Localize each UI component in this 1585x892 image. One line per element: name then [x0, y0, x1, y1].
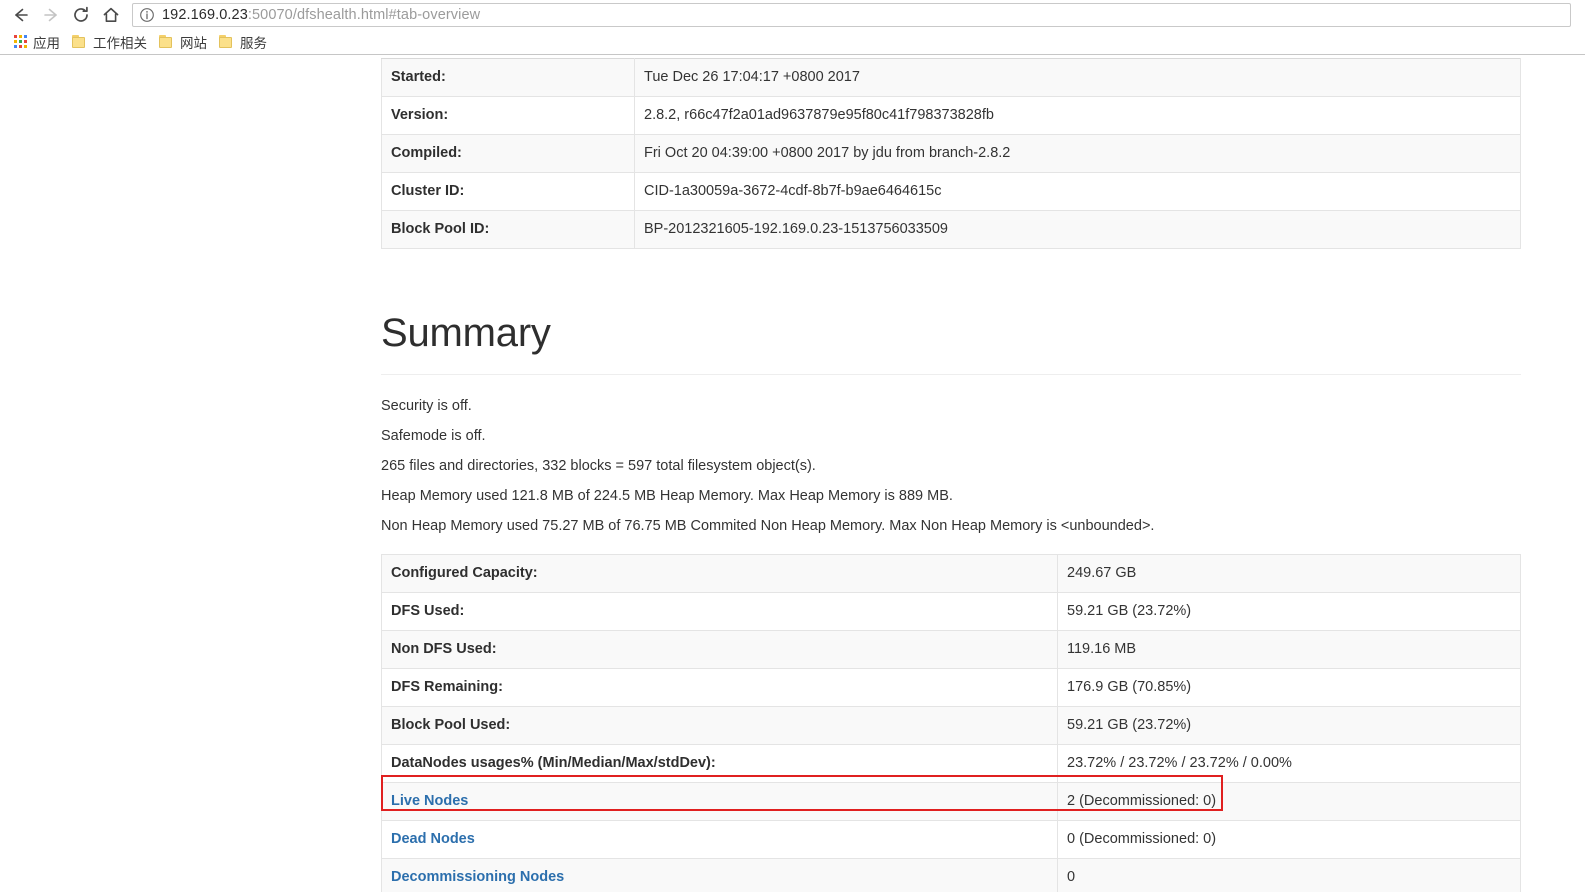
back-arrow-icon [11, 5, 31, 25]
table-cell-key: Started: [381, 58, 635, 97]
summary-line-2: Safemode is off. [381, 428, 486, 444]
table-row: Started: Tue Dec 26 17:04:17 +0800 2017 [381, 58, 1521, 97]
table-cell-key: DFS Used: [381, 592, 1058, 631]
table-cell-value: BP-2012321605-192.169.0.23-1513756033509 [634, 210, 1521, 249]
table-row: Version: 2.8.2, r66c47f2a01ad9637879e95f8… [381, 96, 1521, 135]
table-row: Non DFS Used: 119.16 MB [381, 630, 1521, 669]
forward-arrow-icon [41, 5, 61, 25]
table-cell-key: Decommissioning Nodes [381, 858, 1058, 892]
table-link-dead-nodes[interactable]: Dead Nodes [391, 831, 475, 847]
table-cell-value: 59.21 GB (23.72%) [1057, 592, 1521, 631]
table-cell-value: 119.16 MB [1057, 630, 1521, 669]
cluster-info-table: Started: Tue Dec 26 17:04:17 +0800 2017 Ve… [381, 58, 1521, 249]
summary-line-4: Heap Memory used 121.8 MB of 224.5 MB He… [381, 488, 953, 504]
bookmark-apps-label: 应用 [33, 35, 60, 51]
url-text: 192.169.0.23:50070/dfshealth.html#tab-ov… [162, 7, 480, 23]
table-cell-value: 249.67 GB [1057, 554, 1521, 593]
table-row: Dead Nodes 0 (Decommissioned: 0) [381, 820, 1521, 859]
summary-line-3: 265 files and directories, 332 blocks = … [381, 458, 816, 474]
bookmark-apps[interactable]: 应用 [8, 31, 67, 53]
table-cell-key: DFS Remaining: [381, 668, 1058, 707]
summary-status-lines: Security is off. Safemode is off. 265 file… [381, 397, 1521, 536]
bookmark-folder-3[interactable]: 服务 [216, 31, 274, 53]
home-icon [101, 5, 121, 25]
summary-line-5: Non Heap Memory used 75.27 MB of 76.75 M… [381, 518, 1155, 534]
reload-button[interactable] [66, 1, 96, 29]
summary-section: Summary Security is off. Safemode is off.… [381, 309, 1521, 547]
table-row: DFS Used: 59.21 GB (23.72%) [381, 592, 1521, 631]
table-row: Block Pool Used: 59.21 GB (23.72%) [381, 706, 1521, 745]
address-bar[interactable]: 192.169.0.23:50070/dfshealth.html#tab-ov… [132, 2, 1571, 27]
forward-button[interactable] [36, 1, 66, 29]
info-circle-icon[interactable] [139, 7, 155, 23]
bookmark-folder-2-label: 网站 [180, 35, 207, 51]
table-row: Configured Capacity: 249.67 GB [381, 554, 1521, 593]
table-cell-value: 23.72% / 23.72% / 23.72% / 0.00% [1057, 744, 1521, 783]
home-button[interactable] [96, 1, 126, 29]
table-cell-value: Tue Dec 26 17:04:17 +0800 2017 [634, 58, 1521, 97]
table-cell-key: Block Pool ID: [381, 210, 635, 249]
table-row: Cluster ID: CID-1a30059a-3672-4cdf-8b7f-b… [381, 172, 1521, 211]
table-cell-value: 2 (Decommissioned: 0) [1057, 782, 1521, 821]
browser-chrome: 192.169.0.23:50070/dfshealth.html#tab-ov… [0, 0, 1585, 55]
reload-icon [71, 5, 91, 25]
url-host: 192.169.0.23 [162, 6, 248, 23]
capacity-summary-table: Configured Capacity: 249.67 GB DFS Used: 59… [381, 554, 1521, 892]
url-path: :50070/dfshealth.html#tab-overview [247, 6, 481, 23]
bookmark-folder-2[interactable]: 网站 [156, 31, 214, 53]
table-cell-key: DataNodes usages% (Min/Median/Max/stdDev… [381, 744, 1058, 783]
table-cell-key: Block Pool Used: [381, 706, 1058, 745]
table-cell-key: Cluster ID: [381, 172, 635, 211]
folder-icon [219, 35, 234, 48]
table-cell-key: Compiled: [381, 134, 635, 173]
table-cell-value: 2.8.2, r66c47f2a01ad9637879e95f80c41f798… [634, 96, 1521, 135]
table-row: DFS Remaining: 176.9 GB (70.85%) [381, 668, 1521, 707]
table-cell-value: 0 (Decommissioned: 0) [1057, 820, 1521, 859]
page-viewport: Started: Tue Dec 26 17:04:17 +0800 2017 Ve… [0, 55, 1585, 892]
table-cell-key: Configured Capacity: [381, 554, 1058, 593]
folder-icon [72, 35, 87, 48]
bookmark-folder-1-label: 工作相关 [93, 35, 147, 51]
table-cell-value: 59.21 GB (23.72%) [1057, 706, 1521, 745]
table-cell-key: Dead Nodes [381, 820, 1058, 859]
table-link-live-nodes[interactable]: Live Nodes [391, 793, 468, 809]
bookmarks-bar: 应用 工作相关 网站 服务 [0, 29, 1585, 54]
table-cell-key: Non DFS Used: [381, 630, 1058, 669]
table-cell-value: 0 [1057, 858, 1521, 892]
table-cell-value: CID-1a30059a-3672-4cdf-8b7f-b9ae6464615c [634, 172, 1521, 211]
summary-line-1: Security is off. [381, 398, 472, 414]
bookmark-folder-1[interactable]: 工作相关 [69, 31, 154, 53]
back-button[interactable] [6, 1, 36, 29]
summary-divider [381, 374, 1521, 375]
table-row: Decommissioning Nodes 0 [381, 858, 1521, 892]
table-row: Block Pool ID: BP-2012321605-192.169.0.23… [381, 210, 1521, 249]
table-row: Live Nodes 2 (Decommissioned: 0) [381, 782, 1521, 821]
table-cell-key: Version: [381, 96, 635, 135]
table-cell-value: Fri Oct 20 04:39:00 +0800 2017 by jdu fr… [634, 134, 1521, 173]
table-row: DataNodes usages% (Min/Median/Max/stdDev… [381, 744, 1521, 783]
table-cell-key: Live Nodes [381, 782, 1058, 821]
browser-toolbar: 192.169.0.23:50070/dfshealth.html#tab-ov… [0, 0, 1585, 29]
table-cell-value: 176.9 GB (70.85%) [1057, 668, 1521, 707]
table-row: Compiled: Fri Oct 20 04:39:00 +0800 2017 … [381, 134, 1521, 173]
page-title: Summary [381, 311, 551, 355]
table-link-decommissioning-nodes[interactable]: Decommissioning Nodes [391, 869, 564, 885]
bookmark-folder-3-label: 服务 [240, 35, 267, 51]
apps-grid-icon [14, 35, 27, 48]
folder-icon [159, 35, 174, 48]
